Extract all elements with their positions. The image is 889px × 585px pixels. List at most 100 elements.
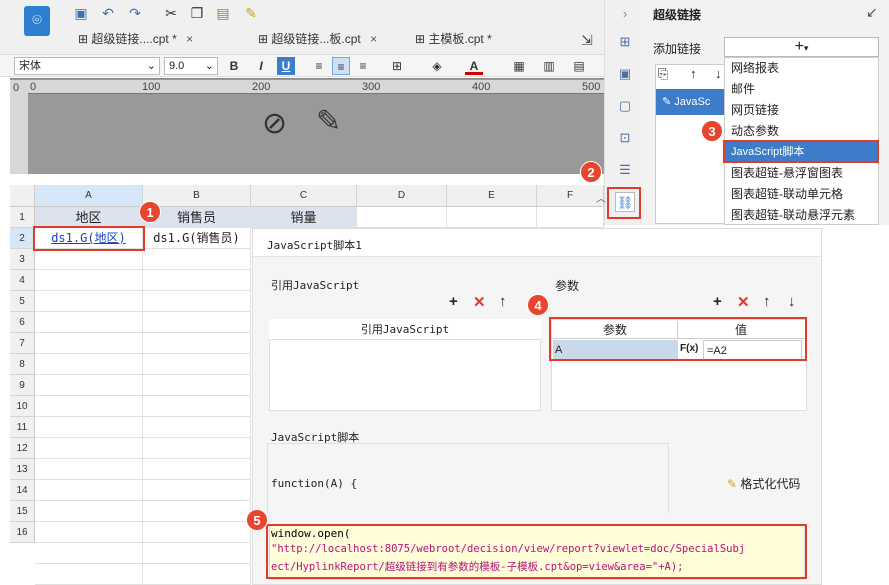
redo-icon[interactable]: ↷: [124, 3, 146, 23]
menu-item-chart-float[interactable]: 图表超链-悬浮窗图表: [731, 163, 843, 183]
underline-button[interactable]: U: [277, 57, 295, 75]
pin-icon[interactable]: ⇲: [576, 30, 598, 50]
row-header[interactable]: 3: [10, 249, 35, 270]
hidden-eye-icon[interactable]: ⊘: [262, 106, 287, 141]
row-header[interactable]: 16: [10, 522, 35, 543]
column-header-c[interactable]: C: [251, 185, 357, 207]
border-icon[interactable]: ⊞: [388, 57, 406, 75]
row-header[interactable]: 4: [10, 270, 35, 291]
column-header-d[interactable]: D: [357, 185, 447, 207]
cell-attributes-icon[interactable]: ⊞: [615, 32, 635, 52]
move-up-icon[interactable]: ↑: [763, 293, 771, 310]
add-icon[interactable]: +: [449, 293, 458, 310]
format-bar: 宋体 ⌄ 9.0 ⌄ B I U ≡ ≡ ≡ ⊞ ◈ A ▦ ▥ ▤: [0, 55, 604, 77]
add-link-label: 添加链接: [653, 42, 702, 56]
row-header[interactable]: 15: [10, 501, 35, 522]
copy-icon[interactable]: ❐: [186, 3, 208, 23]
row-header[interactable]: 1: [10, 207, 35, 228]
align-right-icon[interactable]: ≡: [354, 57, 372, 75]
tab-hyperlink-2[interactable]: ⊞ 超级链接...板.cpt ×: [258, 28, 377, 50]
font-color-button[interactable]: A: [465, 57, 483, 75]
cell-element-icon[interactable]: ▣: [615, 64, 635, 84]
save-icon[interactable]: ▣: [70, 3, 92, 23]
italic-button[interactable]: I: [252, 57, 270, 75]
menu-item-chart-cell[interactable]: 图表超链-联动单元格: [731, 184, 843, 204]
column-header-f[interactable]: F: [537, 185, 604, 207]
row-header[interactable]: 6: [10, 312, 35, 333]
font-size-select[interactable]: 9.0 ⌄: [164, 57, 218, 75]
row-header[interactable]: 8: [10, 354, 35, 375]
cell-e1[interactable]: [447, 207, 537, 228]
row-header[interactable]: 5: [10, 291, 35, 312]
row-header[interactable]: 7: [10, 333, 35, 354]
menu-item-web-report[interactable]: 网络报表: [731, 58, 779, 78]
highlight-javascript-item: [723, 140, 879, 163]
app-logo-icon[interactable]: ⌾: [24, 6, 50, 36]
close-icon[interactable]: ×: [370, 32, 377, 46]
ruler-label: 200: [252, 81, 271, 93]
link-list-item[interactable]: ✎ JavaSc: [656, 89, 726, 115]
cell-a1[interactable]: 地区: [35, 207, 143, 228]
params-section-title: 参数: [555, 279, 580, 293]
format-painter-icon[interactable]: ✎: [240, 3, 262, 23]
row-header[interactable]: 11: [10, 417, 35, 438]
highlight-params: [549, 317, 807, 361]
align-left-icon[interactable]: ≡: [310, 57, 328, 75]
delete-param-icon[interactable]: ✕: [737, 293, 750, 311]
menu-item-email[interactable]: 邮件: [731, 79, 755, 99]
delete-icon[interactable]: ✕: [473, 293, 486, 311]
move-down-icon[interactable]: ↓: [715, 66, 722, 81]
row-header[interactable]: 2: [10, 228, 35, 249]
row-header[interactable]: 14: [10, 480, 35, 501]
pencil-icon[interactable]: ✎: [316, 104, 341, 139]
move-up-icon[interactable]: ↑: [690, 66, 697, 81]
add-link-dropdown[interactable]: +▾: [724, 37, 879, 57]
grid-icon: ⊞: [415, 32, 426, 46]
cell-c1[interactable]: 销量: [251, 207, 357, 228]
scroll-up-icon[interactable]: ︿: [596, 190, 606, 205]
menu-item-dynamic-param[interactable]: 动态参数: [731, 121, 779, 141]
add-param-icon[interactable]: +: [713, 293, 722, 310]
move-down-icon[interactable]: ↓: [788, 293, 796, 310]
move-up-icon[interactable]: ↑: [499, 293, 507, 310]
row-header[interactable]: 13: [10, 459, 35, 480]
highlight-cell-a2: [33, 226, 145, 251]
close-icon[interactable]: ×: [186, 32, 193, 46]
copy-icon[interactable]: ⎘: [658, 66, 668, 82]
split-cells-icon[interactable]: ▥: [540, 57, 558, 75]
format-code-button[interactable]: ✎ 格式化代码: [727, 475, 800, 492]
cell-b2[interactable]: ds1.G(销售员): [143, 228, 251, 249]
collapse-arrow-icon[interactable]: ↙: [866, 4, 878, 21]
condition-icon[interactable]: ☰: [615, 160, 635, 180]
merge-cells-icon[interactable]: ▦: [510, 57, 528, 75]
border-frame-icon[interactable]: ▢: [615, 96, 635, 116]
row-header[interactable]: 10: [10, 396, 35, 417]
widget-icon[interactable]: ⊡: [615, 128, 635, 148]
undo-icon[interactable]: ↶: [97, 3, 119, 23]
cut-icon[interactable]: ✂: [160, 3, 182, 23]
column-header-a[interactable]: A: [35, 185, 143, 207]
ruler-label: 300: [362, 81, 381, 93]
tab-main-template[interactable]: ⊞ 主模板.cpt *: [415, 28, 492, 50]
chevron-down-icon: ⌄: [204, 60, 214, 72]
tab-hyperlink-1[interactable]: ⊞ 超级链接....cpt * ×: [78, 28, 193, 50]
column-header-b[interactable]: B: [143, 185, 251, 207]
align-center-icon[interactable]: ≡: [332, 57, 350, 75]
link-list[interactable]: [655, 64, 725, 224]
paste-icon[interactable]: ▤: [212, 3, 234, 23]
freeze-icon[interactable]: ▤: [570, 57, 588, 75]
row-header[interactable]: 9: [10, 375, 35, 396]
main-toolbar: ⌾ ▣ ↶ ↷ ✂ ❐ ▤ ✎ ⊞ 超级链接....cpt * × ⊞ 超级链接…: [0, 0, 604, 55]
cell-d1[interactable]: [357, 207, 447, 228]
panel-title: 超级链接: [653, 8, 702, 22]
chevron-right-icon[interactable]: ›: [615, 4, 635, 24]
menu-item-chart-float-element[interactable]: 图表超链-联动悬浮元素: [731, 205, 855, 225]
font-family-select[interactable]: 宋体 ⌄: [14, 57, 160, 75]
fill-color-icon[interactable]: ◈: [428, 57, 446, 75]
cell-f1[interactable]: [537, 207, 604, 228]
column-header-e[interactable]: E: [447, 185, 537, 207]
select-all-corner[interactable]: [10, 185, 35, 207]
menu-item-web-link[interactable]: 网页链接: [731, 100, 779, 120]
row-header[interactable]: 12: [10, 438, 35, 459]
bold-button[interactable]: B: [225, 57, 243, 75]
